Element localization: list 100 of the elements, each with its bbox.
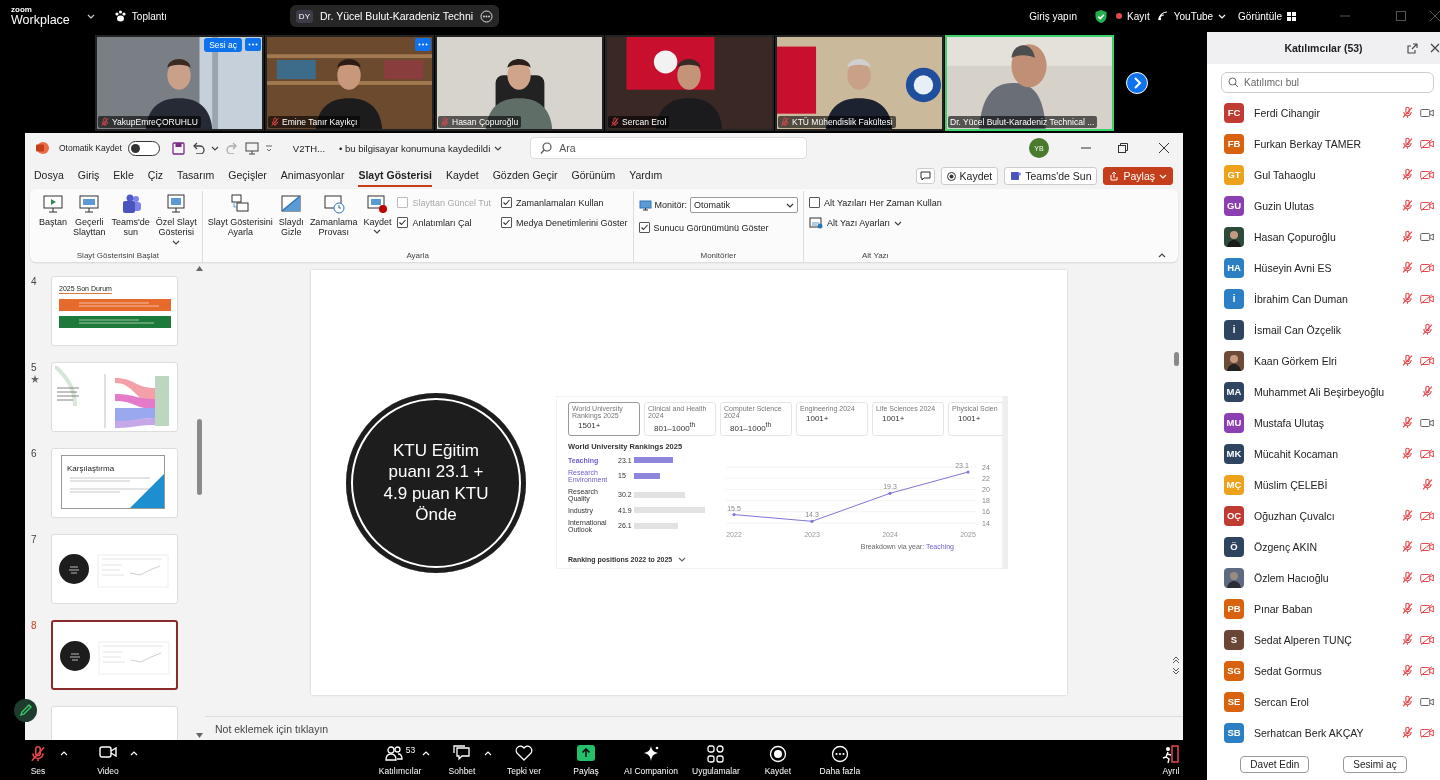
toolbar-button[interactable]: 53 Katılımcılar (376, 744, 424, 776)
save-icon[interactable] (171, 141, 185, 155)
muted-mic-icon[interactable] (1401, 292, 1414, 305)
camera-off-icon[interactable] (1420, 541, 1434, 552)
camera-off-icon[interactable] (1420, 603, 1434, 614)
record-button[interactable]: Kayıt (1116, 10, 1150, 22)
save-status[interactable]: • bu bilgisayar konumuna kaydedildi (339, 142, 503, 154)
ribbon-button[interactable]: Özel Slayt Gösterisi (155, 191, 197, 245)
meeting-menu[interactable]: Toplantı (113, 10, 167, 22)
search-field[interactable]: Ara (530, 137, 808, 159)
ribbon-button[interactable]: Geçerli Slayttan (73, 191, 106, 238)
ribbon-tab[interactable]: Giriş (77, 165, 100, 187)
camera-icon[interactable] (1420, 231, 1434, 242)
ribbon-tab[interactable]: Geçişler (228, 165, 267, 187)
muted-mic-icon[interactable] (1401, 509, 1414, 522)
ribbon-tab[interactable]: Tasarım (176, 165, 215, 187)
search-field[interactable]: Katılımcı bul (1221, 72, 1434, 93)
meeting-tab[interactable]: DY Dr. Yücel Bulut-Karadeniz Techni (289, 5, 500, 27)
camera-off-icon[interactable] (1420, 355, 1434, 366)
muted-mic-icon[interactable] (610, 116, 620, 127)
toolbar-button[interactable]: Ses (14, 744, 62, 776)
muted-mic-icon[interactable] (1401, 447, 1414, 460)
redo-icon[interactable] (224, 142, 239, 154)
ribbon-tab[interactable]: Slayt Gösterisi (358, 165, 432, 187)
checkbox[interactable] (809, 197, 821, 208)
camera-off-icon[interactable] (1420, 293, 1434, 304)
camera-off-icon[interactable] (1420, 169, 1434, 180)
panel-button[interactable]: Sesimi aç (1343, 755, 1407, 773)
ribbon-tab[interactable]: Görünüm (571, 165, 616, 187)
ribbon-button[interactable]: Slayt Gösterisini Ayarla (207, 191, 273, 238)
ribbon-button[interactable]: Kaydet (363, 191, 392, 235)
muted-mic-icon[interactable] (1421, 478, 1434, 491)
muted-mic-icon[interactable] (100, 116, 110, 127)
video-tile[interactable]: Sesi aç YakupEmreÇORUHLU (95, 34, 264, 131)
checkbox[interactable] (638, 222, 650, 233)
close-icon[interactable] (1430, 43, 1440, 53)
autosave-toggle[interactable] (127, 140, 160, 156)
camera-off-icon[interactable] (1420, 200, 1434, 211)
muted-mic-icon[interactable] (1401, 199, 1414, 212)
scrollbar-thumb[interactable] (196, 419, 202, 495)
ribbon-tab[interactable]: Ekle (113, 165, 134, 187)
ribbon-tab[interactable]: Kaydet (446, 165, 479, 187)
view-button[interactable]: Görüntüle (1238, 10, 1297, 22)
video-tile[interactable]: KTÜ Mühendislik Fakültesi (775, 34, 944, 131)
next-slide-icon[interactable] (1172, 667, 1180, 675)
muted-mic-icon[interactable] (1401, 602, 1414, 615)
muted-mic-icon[interactable] (1401, 261, 1414, 274)
notes-placeholder[interactable]: Not eklemek için tıklayın (215, 722, 329, 735)
ribbon-button[interactable]: Alt Yazı Ayarları (809, 217, 942, 229)
camera-icon[interactable] (1420, 107, 1434, 118)
scroll-down-icon[interactable] (195, 733, 203, 738)
video-tile[interactable]: Dr. Yücel Bulut-Karadeniz Technical ... (945, 34, 1114, 131)
muted-mic-icon[interactable] (1401, 726, 1414, 739)
muted-mic-icon[interactable] (1401, 571, 1414, 584)
ribbon-tab[interactable]: Çiz (147, 165, 163, 187)
checkbox[interactable] (501, 197, 512, 208)
camera-off-icon[interactable] (1420, 448, 1434, 459)
muted-mic-icon[interactable] (1401, 230, 1414, 243)
muted-mic-icon[interactable] (1401, 540, 1414, 553)
camera-icon[interactable] (1420, 417, 1434, 428)
camera-off-icon[interactable] (1420, 665, 1434, 676)
video-tile[interactable]: Hasan Çopuroğlu (435, 34, 604, 131)
scroll-up-icon[interactable] (195, 266, 203, 271)
camera-off-icon[interactable] (1420, 510, 1434, 521)
muted-mic-icon[interactable] (1401, 416, 1414, 429)
dropdown[interactable]: Otomatik (690, 197, 799, 213)
checkbox[interactable] (397, 217, 409, 228)
camera-off-icon[interactable] (1420, 727, 1434, 738)
sign-in-link[interactable]: Giriş yapın (1029, 10, 1077, 22)
camera-off-icon[interactable] (1420, 262, 1434, 273)
camera-off-icon[interactable] (1420, 572, 1434, 583)
camera-off-icon[interactable] (1420, 138, 1434, 149)
next-page-icon[interactable] (1126, 71, 1148, 94)
muted-mic-icon[interactable] (1401, 664, 1414, 677)
muted-mic-icon[interactable] (1421, 385, 1434, 398)
record-button[interactable]: Kaydet (940, 167, 999, 185)
ribbon-button[interactable]: Baştan (39, 191, 68, 228)
muted-mic-icon[interactable] (1401, 354, 1414, 367)
muted-mic-icon[interactable] (1401, 633, 1414, 646)
video-tile[interactable]: Sercan Erol (605, 34, 774, 131)
slide-thumbnail[interactable]: Karşılaştırma (51, 448, 178, 518)
close-icon[interactable] (1159, 143, 1169, 153)
toolbar-button[interactable]: Daha fazla (815, 744, 864, 776)
checkbox[interactable] (501, 217, 512, 228)
pen-annotation-icon[interactable] (14, 699, 37, 722)
video-tile[interactable]: Emine Tanır Kayıkçı (265, 34, 434, 131)
caret-icon[interactable] (210, 145, 219, 151)
toolbar-button[interactable]: Video (84, 744, 132, 776)
ribbon-tab[interactable]: Dosya (34, 165, 64, 187)
customize-icon[interactable] (264, 144, 273, 152)
toolbar-button[interactable]: Ayrıl (1147, 744, 1195, 776)
muted-mic-icon[interactable] (1401, 106, 1414, 119)
camera-off-icon[interactable] (1420, 634, 1434, 645)
camera-icon[interactable] (1420, 696, 1434, 707)
muted-mic-icon[interactable] (1401, 695, 1414, 708)
scrollbar-thumb[interactable] (1173, 352, 1179, 366)
ribbon-tab[interactable]: Animasyonlar (280, 165, 345, 187)
live-stream-button[interactable]: YouTube (1157, 10, 1227, 22)
previous-slide-icon[interactable] (1172, 656, 1180, 664)
muted-mic-icon[interactable] (1401, 137, 1414, 150)
